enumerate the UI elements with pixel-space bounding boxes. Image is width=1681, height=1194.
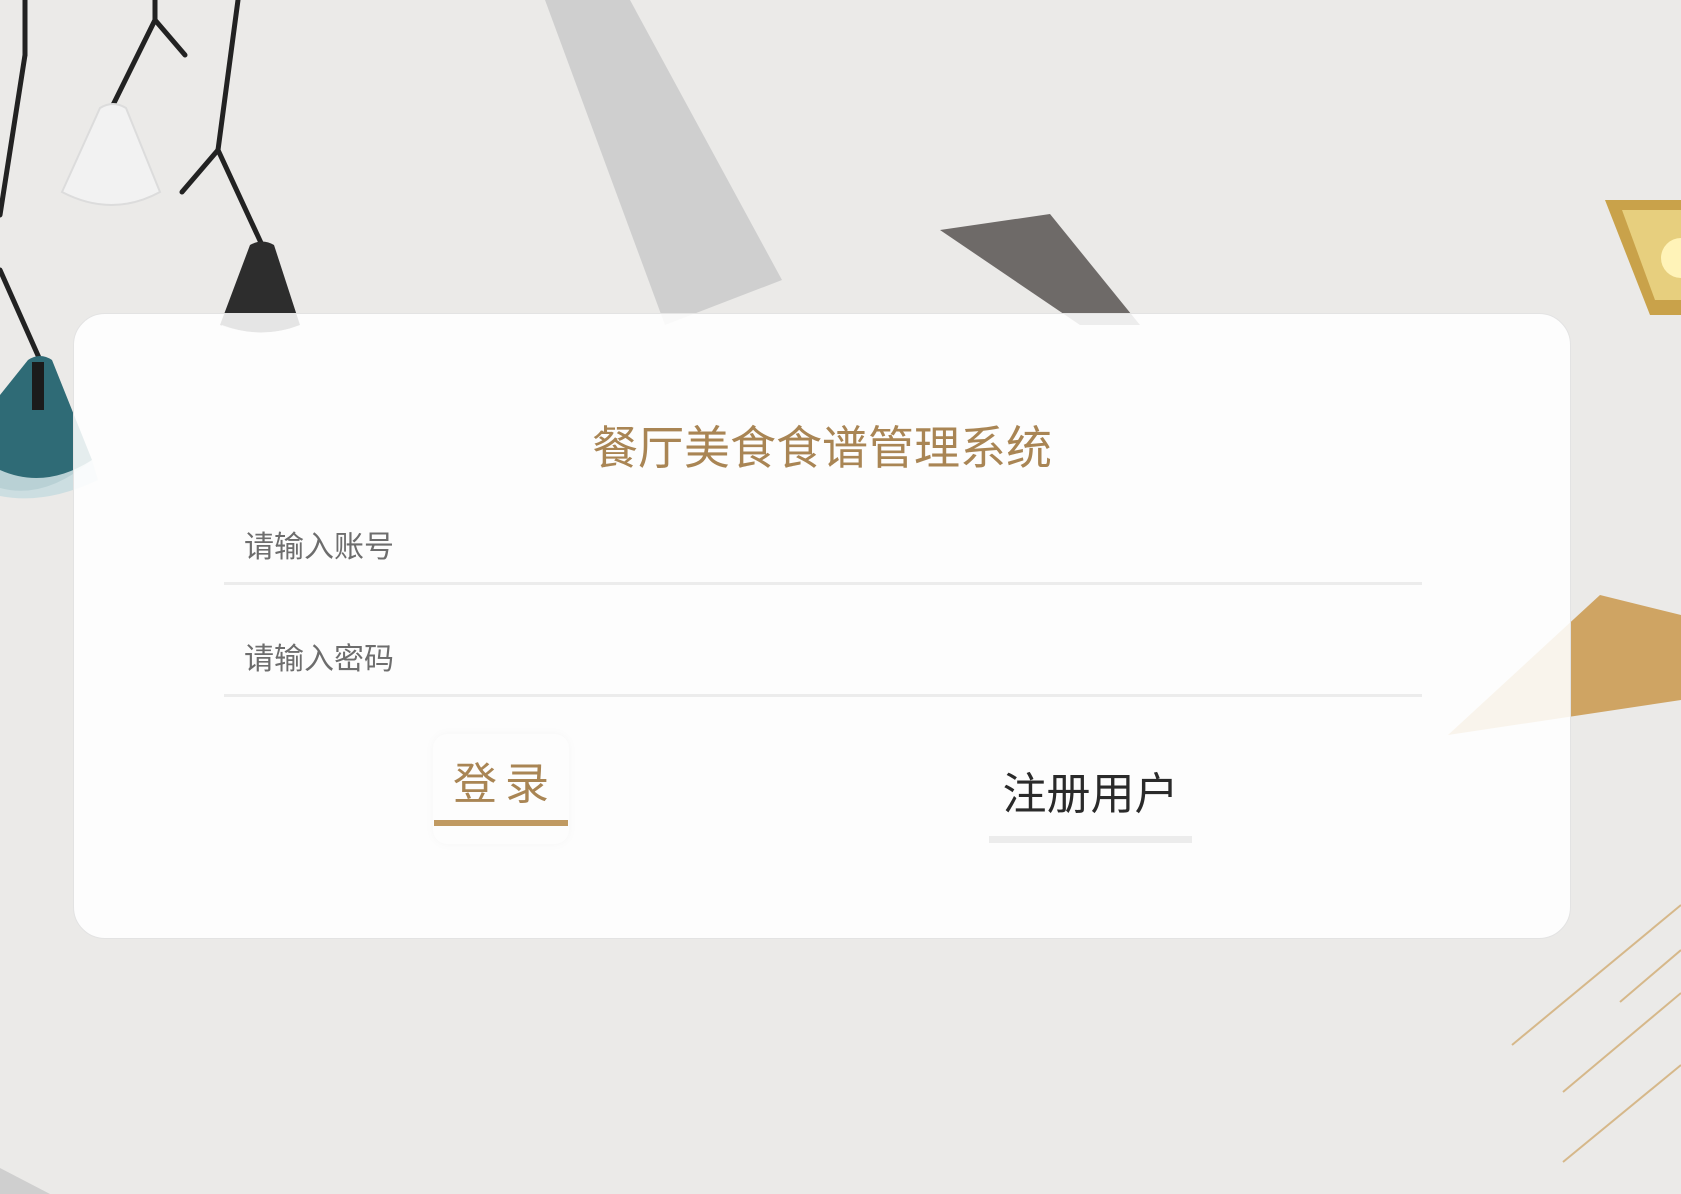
register-button-label: 注册用户 bbox=[1002, 769, 1179, 820]
account-field bbox=[224, 512, 1422, 585]
decor-gold-lines bbox=[1511, 904, 1681, 1163]
register-button[interactable]: 注册用户 bbox=[989, 750, 1192, 848]
login-button[interactable]: 登录 bbox=[433, 734, 569, 844]
login-button-underline bbox=[434, 820, 568, 826]
decor-triangle-light bbox=[545, 0, 782, 325]
password-field bbox=[224, 624, 1422, 697]
decor-triangle-dark bbox=[940, 214, 1140, 325]
register-button-underline bbox=[989, 836, 1192, 843]
login-card: 餐厅美食食谱管理系统 登录 注册用户 bbox=[73, 313, 1571, 939]
password-input[interactable] bbox=[224, 624, 1422, 694]
account-input[interactable] bbox=[224, 512, 1422, 582]
login-button-label: 登录 bbox=[453, 759, 557, 810]
page-title: 餐厅美食食谱管理系统 bbox=[592, 421, 1052, 475]
